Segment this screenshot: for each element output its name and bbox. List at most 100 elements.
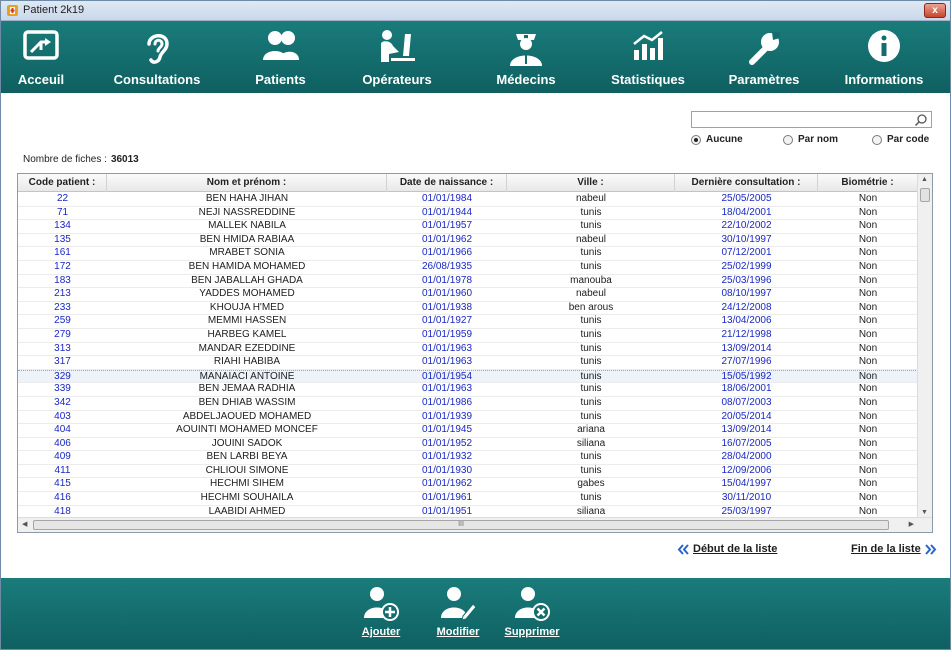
cell-birthdate: 01/01/1952 (421, 437, 473, 449)
search-icon[interactable] (914, 113, 928, 127)
nav-label: Statistiques (611, 72, 685, 87)
cell-biometry: Non (858, 370, 878, 382)
horizontal-scrollbar[interactable]: ◀ III ▶ (18, 517, 932, 532)
scroll-right-icon[interactable]: ▶ (909, 520, 914, 528)
cell-city: tunis (580, 315, 602, 327)
nav-informations[interactable]: Informations (818, 21, 950, 93)
nav-operateurs[interactable]: Opérateurs (328, 21, 466, 93)
table-row[interactable]: 404 AOUINTI MOHAMED MONCEF 01/01/1945 arian… (18, 424, 918, 438)
nav-acceuil[interactable]: Acceuil (1, 21, 81, 93)
nav-medecins[interactable]: Médecins (466, 21, 586, 93)
table-row[interactable]: 406 JOUINI SADOK 01/01/1952 siliana 16/07/20… (18, 438, 918, 452)
cell-city: tunis (580, 342, 602, 354)
table-row[interactable]: 339 BEN JEMAA RADHIA 01/01/1963 tunis 18/06/… (18, 383, 918, 397)
cell-code: 339 (54, 383, 71, 395)
cell-last-consultation: 15/05/1992 (721, 370, 772, 382)
vertical-scrollbar[interactable]: ▲ ▼ (917, 174, 932, 518)
table-row[interactable]: 411 CHLIOUI SIMONE 01/01/1930 tunis 12/09/20… (18, 465, 918, 479)
horizontal-scroll-thumb[interactable]: III (33, 520, 889, 530)
radio-par-nom[interactable]: Par nom (783, 134, 838, 145)
table-row[interactable]: 329 MANAIACI ANTOINE 01/01/1954 tunis 15/05/… (18, 369, 918, 384)
cell-biometry: Non (858, 247, 878, 259)
column-header-last-consultation[interactable]: Dernière consultation : (675, 174, 818, 192)
cell-city: tunis (580, 396, 602, 408)
edit-patient-label: Modifier (436, 626, 480, 638)
table-row[interactable]: 416 HECHMI SOUHAILA 01/01/1961 tunis 30/11/2… (18, 492, 918, 506)
column-header-birthdate[interactable]: Date de naissance : (387, 174, 507, 192)
cell-code: 317 (54, 356, 71, 368)
table-row[interactable]: 415 HECHMI SIHEM 01/01/1962 gabes 15/04/1997… (18, 478, 918, 493)
table-row[interactable]: 213 YADDES MOHAMED 01/01/1960 nabeul 08/10/1… (18, 288, 918, 302)
table-row[interactable]: 183 BEN JABALLAH GHADA 01/01/1978 manouba 25… (18, 275, 918, 289)
cell-last-consultation: 18/04/2001 (721, 206, 772, 218)
table-row[interactable]: 233 KHOUJA H'MED 01/01/1938 ben arous 24/12/… (18, 302, 918, 316)
cell-last-consultation: 24/12/2008 (721, 301, 772, 313)
cell-code: 342 (54, 396, 71, 408)
close-button[interactable]: x (924, 3, 946, 18)
table-row[interactable]: 22 BEN HAHA JIHAN 01/01/1984 nabeul 25/05/20… (18, 193, 918, 207)
user-delete-icon (515, 587, 550, 621)
cell-city: gabes (577, 478, 605, 490)
cell-name: MRABET SONIA (209, 247, 285, 259)
table-row[interactable]: 71 NEJI NASSREDDINE 01/01/1944 tunis 18/04/2… (18, 207, 918, 221)
cell-biometry: Non (858, 410, 878, 422)
table-row[interactable]: 134 MALLEK NABILA 01/01/1957 tunis 22/10/200… (18, 220, 918, 234)
scroll-down-icon[interactable]: ▼ (921, 509, 928, 516)
table-row[interactable]: 342 BEN DHIAB WASSIM 01/01/1986 tunis 08/07/… (18, 397, 918, 411)
radio-dot (783, 134, 793, 145)
scroll-left-icon[interactable]: ◀ (22, 520, 27, 528)
radio-label: Par code (887, 134, 930, 145)
table-header: Code patient : Nom et prénom : Date de n… (18, 174, 918, 192)
edit-patient-button[interactable]: Modifier (432, 578, 484, 648)
cell-name: HECHMI SOUHAILA (200, 492, 294, 504)
cell-birthdate: 01/01/1954 (421, 370, 473, 382)
column-header-city[interactable]: Ville : (507, 174, 675, 192)
delete-patient-label: Supprimer (504, 626, 560, 638)
vertical-scroll-thumb[interactable] (920, 188, 930, 202)
scroll-up-icon[interactable]: ▲ (921, 176, 928, 183)
column-header-code[interactable]: Code patient : (18, 174, 107, 192)
table-row[interactable]: 279 HARBEG KAMEL 01/01/1959 tunis 21/12/1998… (18, 329, 918, 343)
record-count-value: 36013 (110, 154, 139, 165)
delete-patient-button[interactable]: Supprimer (501, 578, 563, 648)
radio-aucune[interactable]: Aucune (691, 134, 743, 145)
cell-birthdate: 01/01/1963 (421, 356, 473, 368)
column-header-biometry[interactable]: Biométrie : (818, 174, 918, 192)
cell-name: KHOUJA H'MED (209, 301, 285, 313)
nav-patients[interactable]: Patients (233, 21, 328, 93)
table-row[interactable]: 409 BEN LARBI BEYA 01/01/1932 tunis 28/04/20… (18, 451, 918, 465)
cell-last-consultation: 25/05/2005 (721, 193, 772, 204)
nav-consultations[interactable]: Consultations (81, 21, 233, 93)
table-row[interactable]: 172 BEN HAMIDA MOHAMED 26/08/1935 tunis 25/0… (18, 261, 918, 275)
cell-birthdate: 01/01/1957 (421, 220, 473, 232)
cell-biometry: Non (858, 451, 878, 463)
nav-statistiques[interactable]: Statistiques (586, 21, 710, 93)
cell-name: BEN JABALLAH GHADA (191, 274, 303, 286)
add-patient-button[interactable]: Ajouter (355, 578, 407, 648)
table-row[interactable]: 317 RIAHI HABIBA 01/01/1963 tunis 27/07/1996… (18, 356, 918, 370)
cell-name: MANDAR EZEDDINE (198, 342, 296, 354)
table-row[interactable]: 135 BEN HMIDA RABIAA 01/01/1962 nabeul 30/10… (18, 234, 918, 248)
patients-table[interactable]: Code patient : Nom et prénom : Date de n… (17, 173, 933, 533)
cell-birthdate: 01/01/1962 (421, 233, 473, 245)
last-page-link[interactable]: Fin de la liste (851, 543, 937, 555)
search-input[interactable] (691, 111, 932, 128)
column-header-name[interactable]: Nom et prénom : (107, 174, 387, 192)
cell-code: 416 (54, 492, 71, 504)
table-row[interactable]: 313 MANDAR EZEDDINE 01/01/1963 tunis 13/09/2… (18, 343, 918, 357)
ear-icon (147, 34, 169, 64)
table-row[interactable]: 161 MRABET SONIA 01/01/1966 tunis 07/12/2001… (18, 247, 918, 261)
nav-label: Patients (255, 72, 306, 87)
radio-par-code[interactable]: Par code (872, 134, 929, 145)
table-row[interactable]: 259 MEMMI HASSEN 01/01/1927 tunis 13/04/2006… (18, 315, 918, 329)
table-row[interactable]: 403 ABDELJAOUED MOHAMED 01/01/1939 tunis 20/… (18, 411, 918, 425)
cell-city: tunis (580, 370, 602, 382)
cell-last-consultation: 08/10/1997 (721, 288, 772, 300)
nav-parametres[interactable]: Paramètres (710, 21, 818, 93)
operator-desk-icon (381, 30, 415, 62)
first-page-link[interactable]: Début de la liste (677, 543, 777, 555)
app-window: Patient 2k19 x Acceuil Consultations Pat… (0, 0, 951, 650)
double-chevron-right-icon (924, 543, 937, 555)
cell-city: tunis (580, 383, 602, 395)
cell-code: 409 (54, 451, 71, 463)
